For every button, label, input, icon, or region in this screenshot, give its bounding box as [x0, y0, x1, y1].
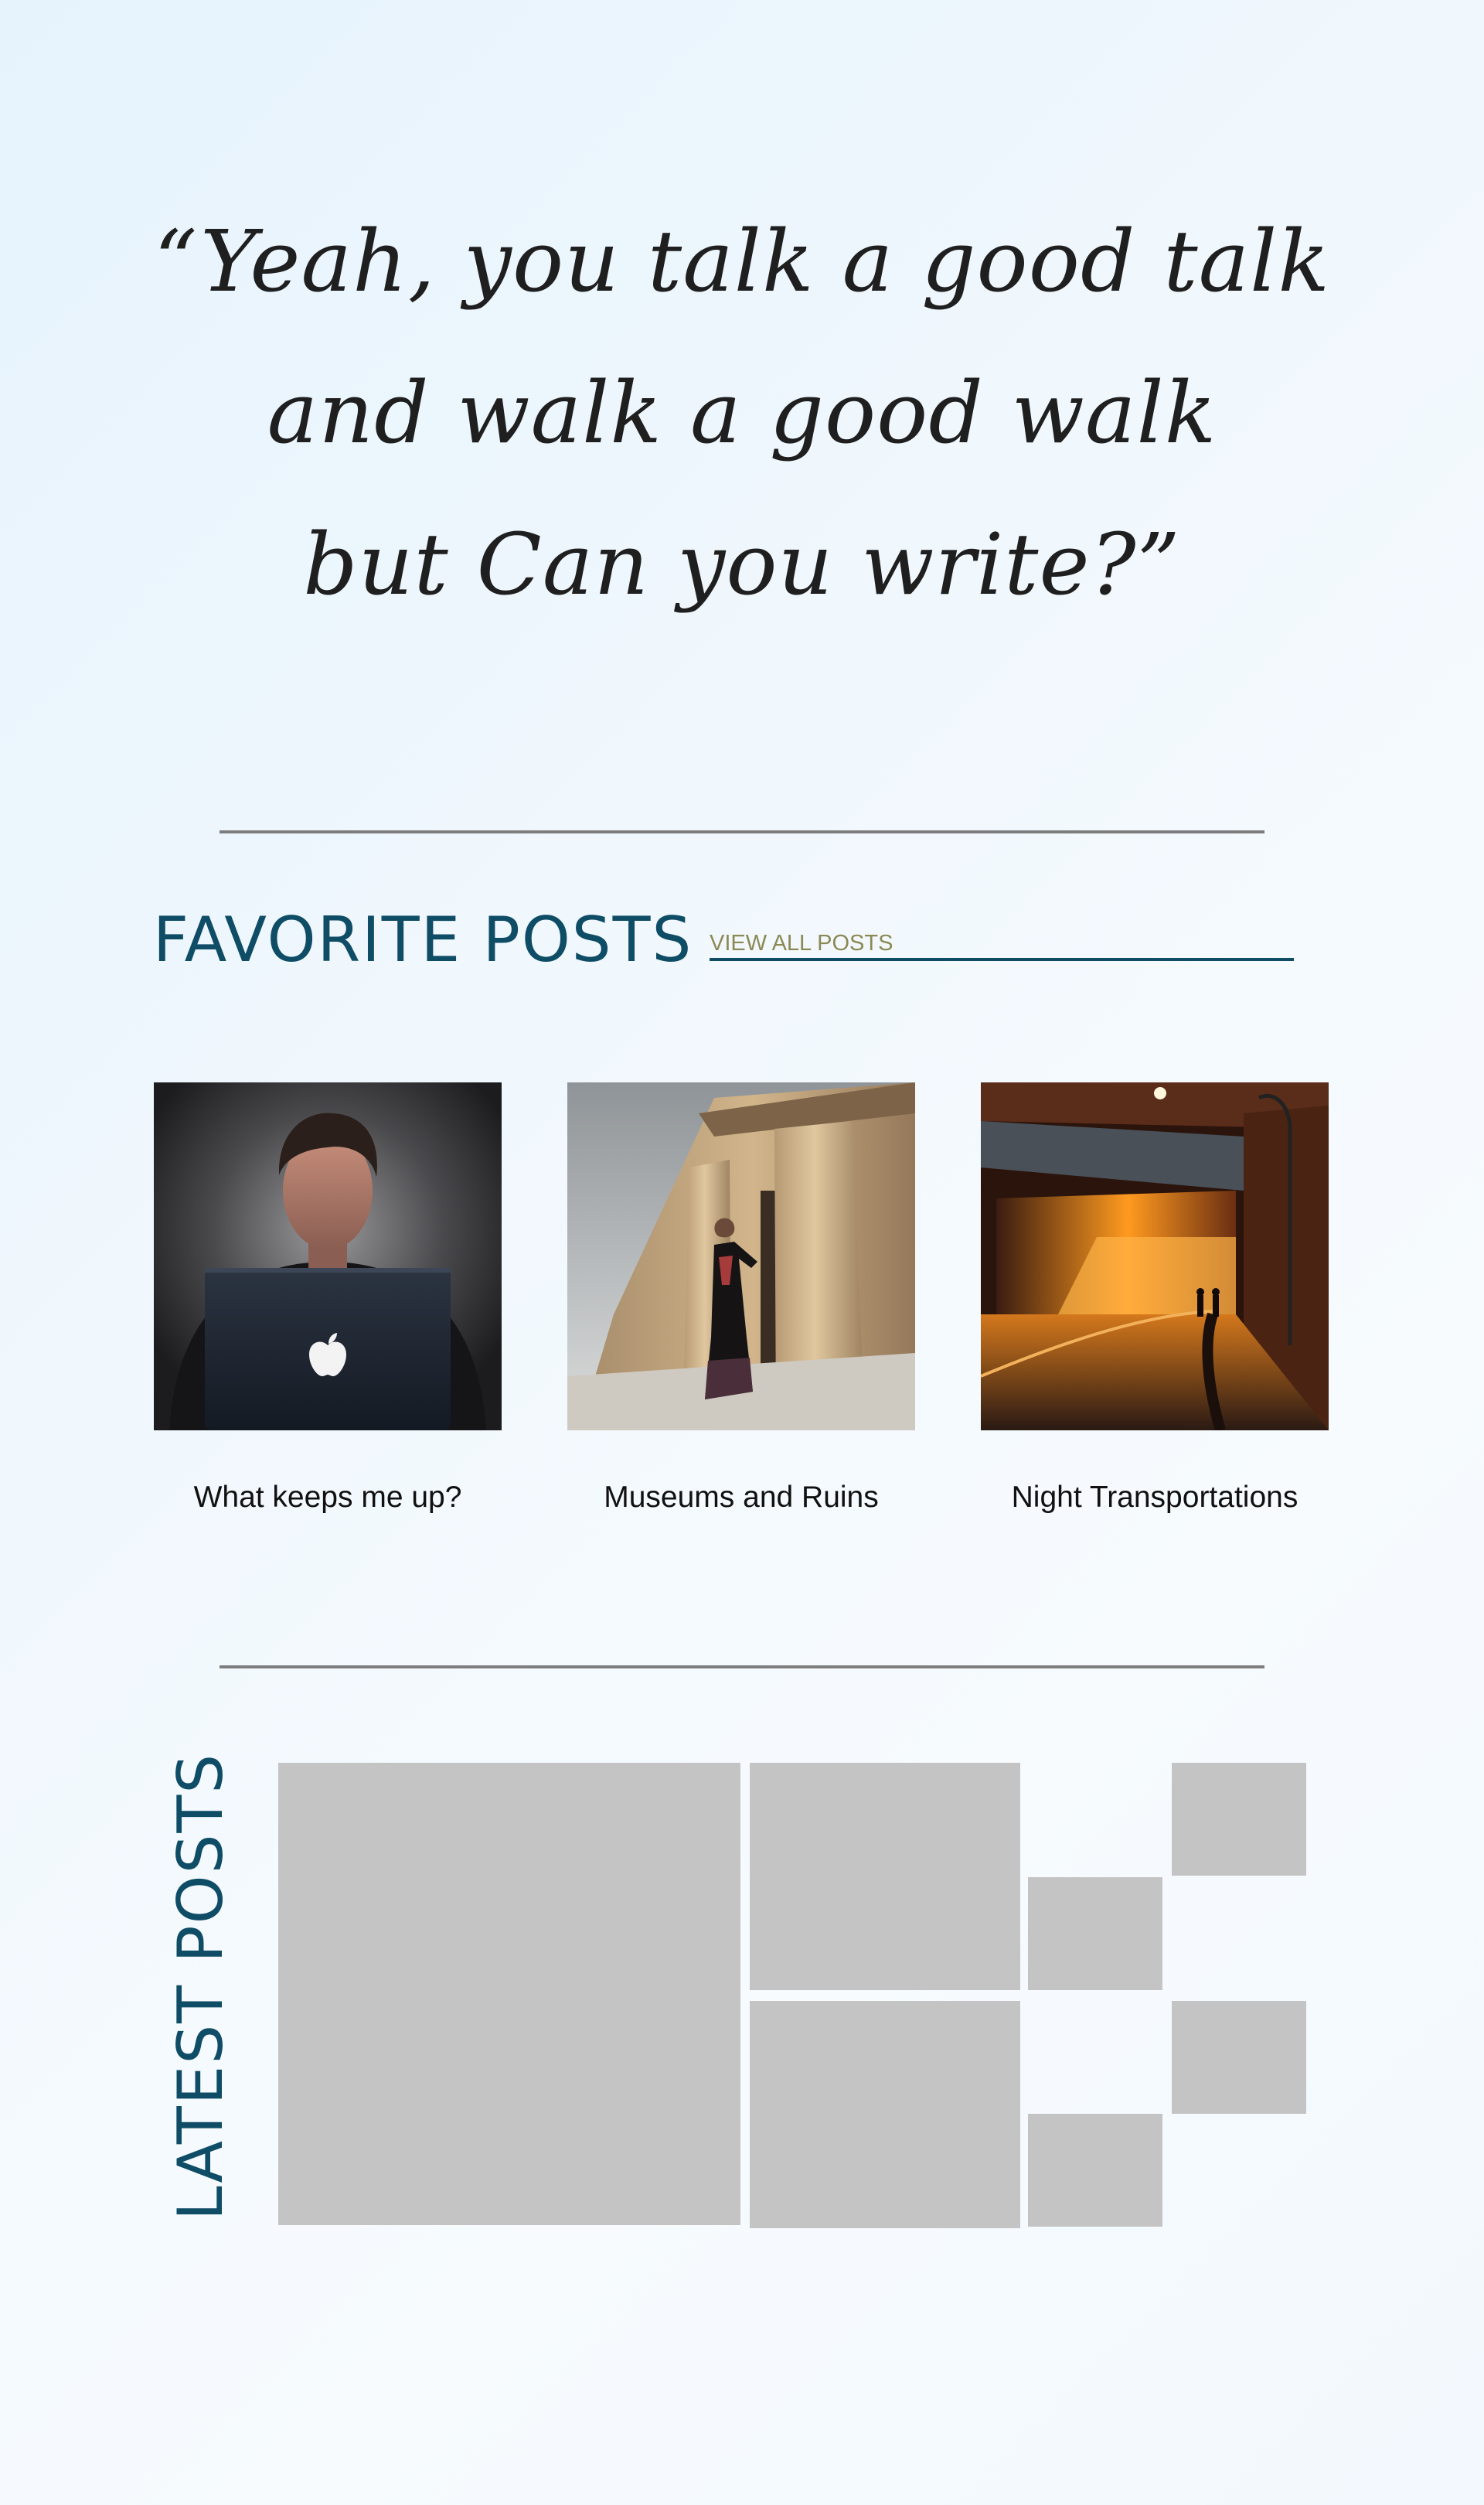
latest-post-tile[interactable] [750, 1763, 1020, 1990]
latest-post-tile[interactable] [1172, 2001, 1306, 2114]
section-divider [220, 1665, 1264, 1668]
latest-post-tile[interactable] [1028, 1877, 1162, 1990]
person-with-laptop-photo[interactable] [154, 1082, 502, 1430]
latest-posts-heading: LATEST POSTS [165, 1752, 237, 2220]
night-tunnel-photo[interactable] [981, 1082, 1329, 1430]
quote-line-2: and walk a good walk [267, 363, 1217, 462]
favorite-post-card[interactable]: What keeps me up? [154, 1082, 502, 1517]
woman-at-ancient-ruins-photo[interactable] [567, 1082, 915, 1430]
favorite-post-card[interactable]: Night Transportations [981, 1082, 1329, 1517]
post-title[interactable]: Museums and Ruins [567, 1478, 915, 1517]
post-title[interactable]: Night Transportations [981, 1478, 1329, 1517]
quote-line-1: “Yeah, you talk a good talk [154, 212, 1330, 311]
view-all-posts-link[interactable]: VIEW ALL POSTS [710, 929, 893, 957]
quote-line-3: but Can you write?” [303, 515, 1181, 614]
latest-post-tile[interactable] [1028, 2114, 1162, 2227]
latest-post-tile[interactable] [278, 1763, 740, 2225]
latest-post-tile[interactable] [1172, 1763, 1306, 1876]
section-divider [220, 830, 1264, 833]
latest-post-tile[interactable] [750, 2001, 1020, 2228]
favorite-post-card[interactable]: Museums and Ruins [567, 1082, 915, 1517]
post-title[interactable]: What keeps me up? [154, 1478, 502, 1517]
hero-quote: “Yeah, you talk a good talk and walk a g… [0, 186, 1484, 640]
view-all-underline [710, 958, 1294, 961]
favorite-posts-heading: FAVORITE POSTS [153, 904, 693, 976]
